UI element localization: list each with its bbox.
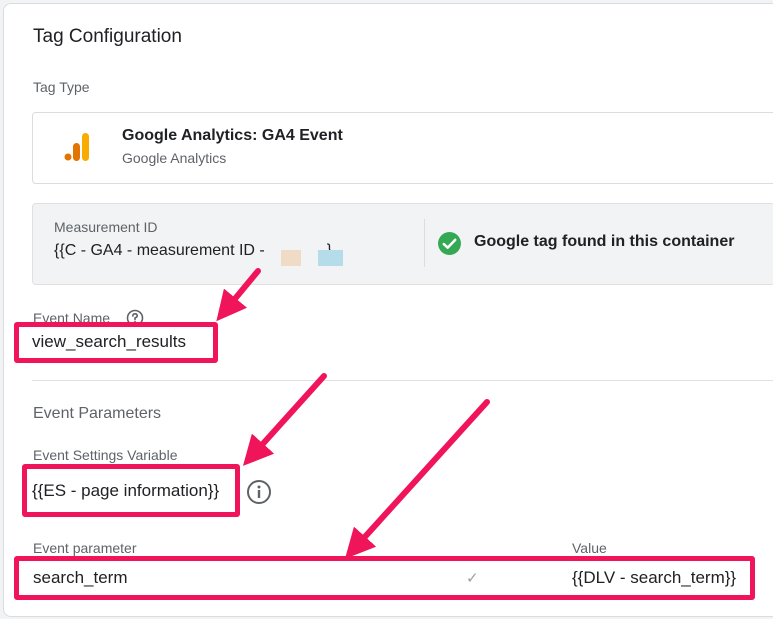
event-settings-variable-label: Event Settings Variable [33, 447, 178, 463]
panel-title: Tag Configuration [33, 26, 182, 47]
event-name-input[interactable]: view_search_results [32, 332, 186, 352]
check-circle-icon [438, 232, 461, 255]
tag-configuration-panel [3, 3, 773, 617]
tag-type-label: Tag Type [33, 79, 90, 95]
check-icon: ✓ [466, 570, 479, 587]
value-column-header: Value [572, 540, 607, 556]
tag-type-name: Google Analytics: GA4 Event [122, 127, 343, 144]
tag-type-selector[interactable] [32, 112, 773, 184]
value-cell[interactable]: {{DLV - search_term}} [572, 568, 736, 588]
event-parameters-title: Event Parameters [33, 405, 162, 422]
redaction-block [318, 250, 343, 266]
event-settings-variable-input[interactable]: {{ES - page information}} [32, 481, 219, 501]
tag-type-vendor: Google Analytics [122, 150, 227, 166]
measurement-id-label: Measurement ID [54, 219, 158, 235]
measurement-id-text: {{C - GA4 - measurement ID - [54, 242, 265, 259]
info-icon[interactable] [246, 479, 272, 505]
divider [32, 380, 773, 381]
redaction-block [281, 250, 301, 266]
event-parameter-column-header: Event parameter [33, 540, 137, 556]
google-tag-status: Google tag found in this container [474, 233, 735, 250]
google-analytics-icon [64, 133, 89, 161]
divider [424, 219, 425, 267]
event-parameter-cell[interactable]: search_term [33, 568, 127, 588]
